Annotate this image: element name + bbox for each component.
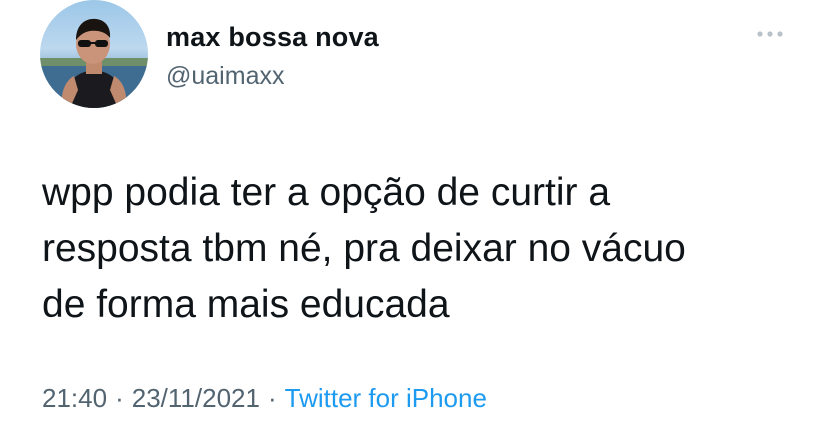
meta-separator: ·	[267, 383, 277, 413]
tweet-text-line: resposta tbm né, pra deixar no vácuo	[42, 227, 686, 270]
display-name[interactable]: max bossa nova	[166, 22, 379, 53]
tweet-meta: 21:40 · 23/11/2021 · Twitter for iPhone	[42, 383, 487, 414]
tweet-card: max bossa nova @uaimaxx wpp podia ter a …	[0, 0, 828, 437]
tweet-text: wpp podia ter a opção de curtir a respos…	[42, 165, 802, 333]
tweet-source-link[interactable]: Twitter for iPhone	[285, 383, 487, 413]
meta-separator: ·	[115, 383, 124, 413]
tweet-text-line: wpp podia ter a opção de curtir a	[42, 171, 611, 214]
tweet-date[interactable]: 23/11/2021	[132, 383, 260, 413]
avatar[interactable]	[40, 0, 148, 108]
avatar-photo	[40, 18, 148, 108]
tweet-text-line: de forma mais educada	[42, 283, 450, 326]
tweet-time[interactable]: 21:40	[42, 383, 107, 413]
more-horizontal-icon[interactable]	[752, 26, 788, 42]
user-handle[interactable]: @uaimaxx	[166, 62, 284, 91]
